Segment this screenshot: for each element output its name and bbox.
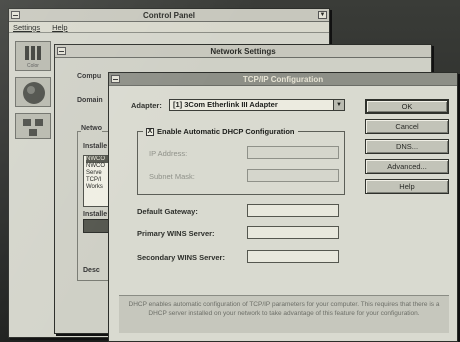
ok-button[interactable]: OK	[365, 99, 449, 114]
installed-software-label: Installe	[83, 143, 108, 150]
description-label: Desc	[83, 267, 100, 274]
control-panel-titlebar[interactable]: Control Panel ▼	[9, 9, 329, 22]
menu-help[interactable]: Help	[52, 23, 67, 32]
subnet-mask-label: Subnet Mask:	[149, 172, 195, 181]
computer-name-label: Compu	[77, 73, 102, 80]
tcpip-title: TCP/IP Configuration	[242, 74, 324, 84]
default-gateway-field[interactable]	[247, 204, 339, 217]
tcpip-config-dialog: TCP/IP Configuration Adapter: [1] 3Com E…	[108, 72, 458, 342]
advanced-button[interactable]: Advanced...	[365, 159, 449, 174]
dns-button[interactable]: DNS...	[365, 139, 449, 154]
color-icon[interactable]: Color	[15, 41, 51, 71]
network-settings-titlebar[interactable]: Network Settings	[55, 45, 431, 58]
system-menu-icon[interactable]	[57, 47, 66, 55]
subnet-mask-field[interactable]	[247, 169, 339, 182]
help-button[interactable]: Help	[365, 179, 449, 194]
system-menu-icon[interactable]	[11, 11, 20, 19]
secondary-wins-label: Secondary WINS Server:	[137, 253, 225, 262]
ip-address-label: IP Address:	[149, 149, 188, 158]
control-panel-title: Control Panel	[142, 10, 195, 20]
status-description: DHCP enables automatic configuration of …	[119, 295, 449, 333]
primary-wins-field[interactable]	[247, 226, 339, 239]
default-gateway-label: Default Gateway:	[137, 207, 198, 216]
domain-label: Domain	[77, 97, 103, 104]
color-icon-label: Color	[27, 63, 39, 69]
network-software-label: Netwo	[81, 125, 102, 132]
installed-adapters-label: Installe	[83, 211, 108, 218]
network-settings-title: Network Settings	[210, 46, 276, 56]
minimize-icon[interactable]: ▼	[318, 11, 327, 19]
adapter-select[interactable]: [1] 3Com Etherlink III Adapter ▼	[169, 99, 345, 111]
primary-wins-label: Primary WINS Server:	[137, 229, 215, 238]
network-icon[interactable]	[15, 113, 51, 139]
dhcp-checkbox[interactable]: X	[146, 127, 154, 136]
dhcp-checkbox-label: Enable Automatic DHCP Configuration	[157, 127, 295, 136]
adapter-label: Adapter:	[131, 101, 162, 110]
dhcp-checkbox-row[interactable]: X Enable Automatic DHCP Configuration	[143, 127, 298, 136]
tcpip-titlebar[interactable]: TCP/IP Configuration	[109, 73, 457, 86]
chevron-down-icon[interactable]: ▼	[333, 100, 344, 110]
globe-icon[interactable]	[15, 77, 51, 107]
dhcp-groupbox	[137, 131, 345, 195]
ip-address-field[interactable]	[247, 146, 339, 159]
adapter-value: [1] 3Com Etherlink III Adapter	[173, 100, 278, 109]
control-panel-menubar: Settings Help	[9, 22, 329, 33]
cancel-button[interactable]: Cancel	[365, 119, 449, 134]
system-menu-icon[interactable]	[111, 75, 120, 83]
control-panel-icon-column: Color	[13, 37, 57, 145]
secondary-wins-field[interactable]	[247, 250, 339, 263]
menu-settings[interactable]: Settings	[13, 23, 40, 32]
